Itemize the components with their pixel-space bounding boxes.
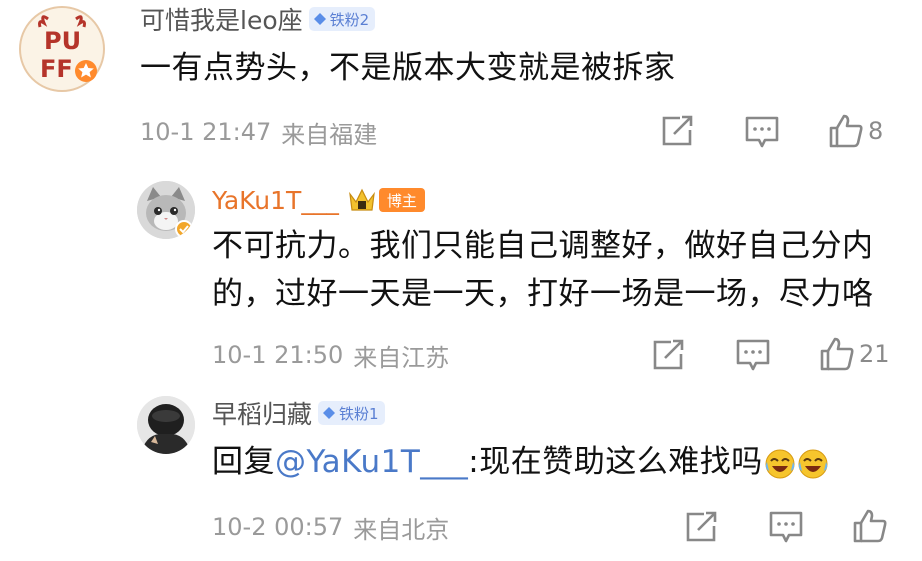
comment-text-line: 不可抗力。我们只能自己调整好，做好自己分内 — [212, 228, 874, 264]
timestamp: 10-2 00:57 — [212, 513, 344, 541]
comment-icon — [736, 339, 770, 371]
location: 来自江苏 — [353, 343, 450, 372]
cat-avatar-icon — [137, 181, 195, 239]
comment-icon — [769, 511, 803, 543]
diamond-icon — [323, 407, 336, 419]
avatar[interactable] — [137, 396, 195, 454]
comment-text-line: 的，过好一天是一天，打好一场是一场，尽力咯 — [212, 276, 874, 312]
svg-text:FF: FF — [40, 55, 73, 83]
like-icon — [820, 337, 854, 371]
fan-badge-label: 铁粉1 — [339, 404, 379, 423]
fan-badge[interactable]: 铁粉1 — [318, 401, 385, 425]
reply-prefix: 回复 — [212, 444, 275, 480]
share-button[interactable] — [651, 339, 685, 371]
share-icon — [653, 339, 684, 370]
location: 来自北京 — [353, 515, 450, 544]
like-count: 8 — [868, 117, 884, 145]
like-button[interactable] — [852, 508, 888, 544]
username[interactable]: 早稻归藏 — [212, 395, 312, 431]
share-button[interactable] — [660, 115, 694, 147]
comment-button[interactable] — [768, 510, 804, 544]
name-row: 早稻归藏 铁粉1 — [212, 396, 385, 430]
comment-text: 一有点势头，不是版本大变就是被拆家 — [140, 50, 676, 86]
timestamp: 10-1 21:47 — [140, 118, 272, 146]
comment-button[interactable] — [744, 115, 780, 149]
timestamp: 10-1 21:50 — [212, 341, 344, 369]
username[interactable]: YaKu1T___ — [212, 186, 339, 215]
share-icon — [686, 511, 717, 542]
share-button[interactable] — [684, 511, 718, 543]
meta-row: 10-1 21:50 来自江苏 — [212, 336, 449, 374]
avatar[interactable] — [137, 181, 195, 239]
person-avatar-icon — [137, 396, 195, 454]
reply-text: :现在赞助这么难找吗 — [468, 444, 763, 480]
meta-row: 10-1 21:47 来自福建 — [140, 113, 377, 151]
meta-row: 10-2 00:57 来自北京 — [212, 508, 449, 546]
puff-avatar-icon: PU FF — [19, 6, 105, 92]
username[interactable]: 可惜我是leo座 — [140, 1, 303, 37]
like-icon — [853, 509, 887, 543]
comment-button[interactable] — [735, 338, 771, 372]
author-badges: 博主 — [347, 186, 425, 214]
share-icon — [662, 115, 693, 146]
like-button[interactable]: 21 — [819, 336, 890, 372]
crown-icon — [347, 186, 377, 214]
comment-text: 回复@YaKu1T___:现在赞助这么难找吗 — [212, 438, 829, 486]
laugh-cry-emoji — [765, 449, 795, 478]
author-badge: 博主 — [378, 188, 425, 212]
like-icon — [829, 114, 863, 148]
name-row: 可惜我是leo座 铁粉2 — [140, 1, 376, 37]
comment-text: 不可抗力。我们只能自己调整好，做好自己分内 的，过好一天是一天，打好一场是一场，… — [212, 222, 874, 318]
location: 来自福建 — [281, 120, 378, 149]
like-count: 21 — [859, 340, 890, 368]
like-button[interactable]: 8 — [828, 113, 883, 149]
comment-icon — [745, 116, 779, 148]
svg-text:PU: PU — [44, 27, 81, 55]
name-row: YaKu1T___ 博主 — [212, 182, 425, 218]
laugh-cry-emoji — [798, 449, 828, 478]
fan-badge[interactable]: 铁粉2 — [308, 7, 376, 31]
diamond-icon — [313, 13, 326, 25]
mention-link[interactable]: @YaKu1T___ — [275, 444, 468, 480]
avatar[interactable]: PU FF — [18, 5, 106, 93]
fan-badge-label: 铁粉2 — [329, 10, 370, 29]
